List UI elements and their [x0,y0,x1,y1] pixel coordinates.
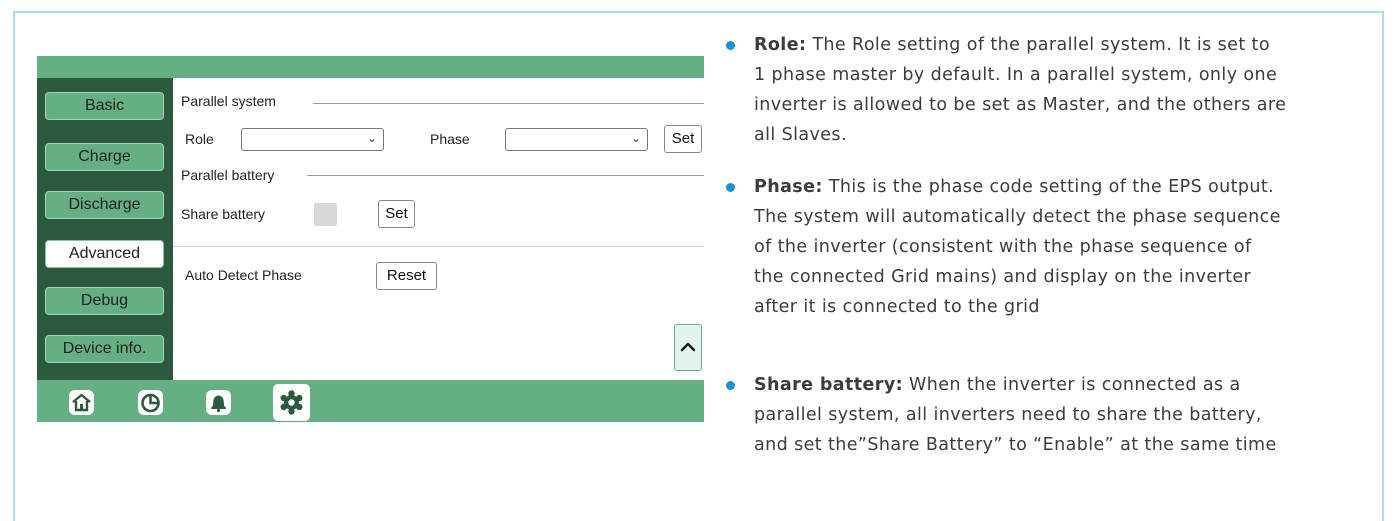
bullet-icon [726,183,735,192]
top-status-bar [37,56,704,78]
section-divider [173,246,704,247]
role-text: all Slaves. [754,125,847,145]
parallel-system-title: Parallel system [181,93,282,109]
tab-home[interactable] [63,384,100,421]
auto-detect-phase-label: Auto Detect Phase [185,267,302,283]
role-phase-set-button[interactable]: Set [664,125,702,153]
share-battery-set-button[interactable]: Set [378,200,415,228]
bullet-icon [726,381,735,390]
sidebar-item-basic[interactable]: Basic [45,92,164,120]
home-icon [69,390,94,415]
role-description: Role: The Role setting of the parallel s… [726,30,1286,150]
sidebar-item-discharge[interactable]: Discharge [45,191,164,219]
role-select[interactable]: ⌄ [241,128,384,151]
share-battery-text: When the inverter is connected as a [903,375,1241,395]
role-label: Role [185,131,214,147]
advanced-settings-panel: Parallel system Role ⌄ Phase ⌄ Set Paral… [173,78,704,380]
inverter-screen: Basic Charge Discharge Advanced Debug De… [37,56,704,422]
section-divider [307,175,704,176]
share-battery-checkbox[interactable] [314,203,337,226]
sidebar-item-advanced[interactable]: Advanced [45,240,164,268]
bullet-icon [726,41,735,50]
chevron-down-icon: ⌄ [366,131,377,145]
settings-sidebar: Basic Charge Discharge Advanced Debug De… [37,78,173,380]
share-battery-text: parallel system, all inverters need to s… [754,405,1262,425]
tab-statistics[interactable] [132,384,169,421]
gear-icon [280,390,303,415]
sidebar-item-debug[interactable]: Debug [45,287,164,315]
bell-icon [206,390,231,415]
tab-alarms[interactable] [200,384,237,421]
chevron-up-icon [680,342,696,352]
section-divider [313,103,704,104]
role-text: 1 phase master by default. In a parallel… [754,65,1278,85]
phase-label: Phase [430,131,470,147]
phase-text: This is the phase code setting of the EP… [822,177,1275,197]
sidebar-item-device-info[interactable]: Device info. [45,335,164,363]
share-battery-description: Share battery: When the inverter is conn… [726,370,1277,460]
share-battery-term: Share battery: [754,375,904,395]
role-text: inverter is allowed to be set as Master,… [754,95,1287,115]
tab-settings[interactable] [273,384,310,421]
phase-text: the connected Grid mains) and display on… [754,267,1252,287]
role-term: Role: [754,35,807,55]
share-battery-label: Share battery [181,206,266,222]
parallel-battery-title: Parallel battery [181,167,281,183]
phase-description: Phase: This is the phase code setting of… [726,172,1281,322]
scroll-up-button[interactable] [674,324,702,371]
pie-chart-icon [138,390,163,415]
phase-text: of the inverter (consistent with the pha… [754,237,1252,257]
chevron-down-icon: ⌄ [630,131,641,145]
reset-button[interactable]: Reset [376,262,437,290]
phase-text: The system will automatically detect the… [754,207,1281,227]
phase-select[interactable]: ⌄ [505,128,648,151]
sidebar-item-charge[interactable]: Charge [45,143,164,171]
role-text: The Role setting of the parallel system.… [806,35,1270,55]
share-battery-text: and set the”Share Battery” to “Enable” a… [754,435,1277,455]
phase-term: Phase: [754,177,823,197]
phase-text: after it is connected to the grid [754,297,1040,317]
